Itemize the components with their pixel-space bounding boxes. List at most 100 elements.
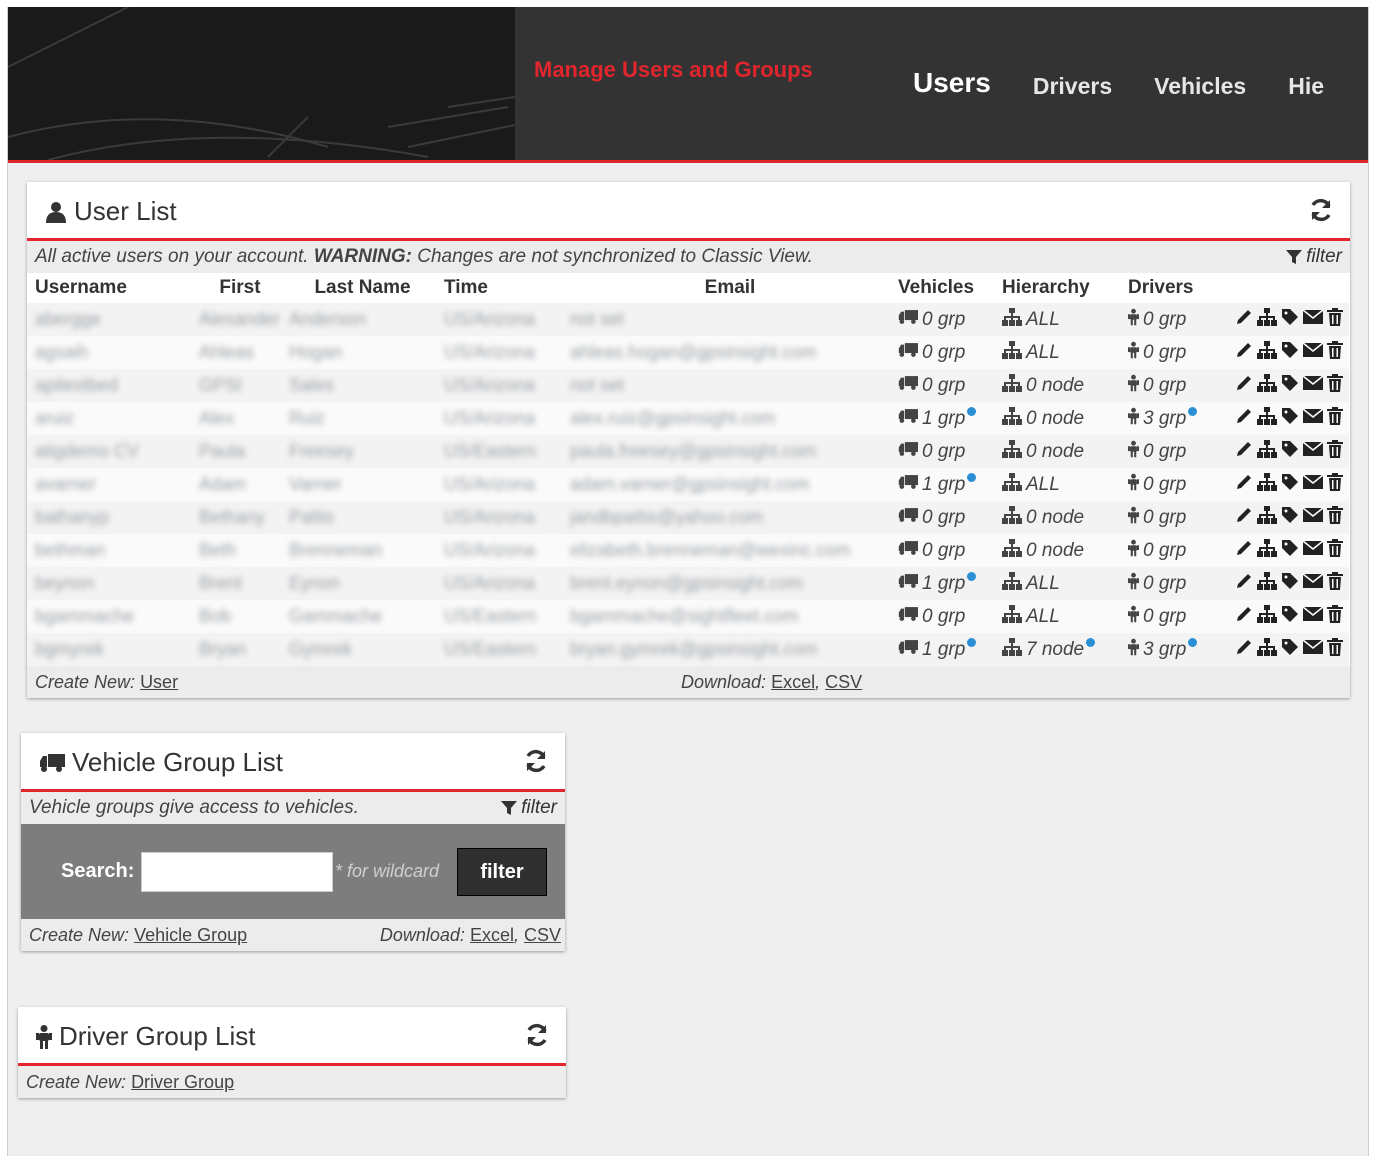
edit-pencil-icon[interactable] <box>1235 473 1253 497</box>
filter-button[interactable]: filter <box>457 848 547 896</box>
table-row[interactable]: agsaih Ahleas Hogan US/Arizona ahleas.hogan@… <box>27 336 1349 369</box>
trash-icon[interactable] <box>1327 472 1343 497</box>
table-row[interactable]: atigdemo CV Paula Freesey US/Eastern paula.f… <box>27 435 1349 468</box>
vehicles-count[interactable]: 0 grp <box>898 309 965 331</box>
drivers-count[interactable]: 0 grp <box>1128 308 1186 332</box>
drivers-count[interactable]: 0 grp <box>1128 539 1186 563</box>
trash-icon[interactable] <box>1327 307 1343 332</box>
hierarchy-count[interactable]: 7 node <box>1002 637 1096 662</box>
info-icon[interactable] <box>1188 638 1198 647</box>
hierarchy-sitemap-icon[interactable] <box>1257 604 1277 629</box>
hierarchy-count[interactable]: ALL <box>1002 472 1060 497</box>
info-icon[interactable] <box>1188 407 1198 416</box>
table-row[interactable]: beynon Brent Eynon US/Arizona brent.eynon@gp… <box>27 567 1349 600</box>
drivers-count[interactable]: 0 grp <box>1128 605 1186 629</box>
tag-icon[interactable] <box>1281 374 1299 398</box>
tab-drivers[interactable]: Drivers <box>1033 73 1112 160</box>
drivers-count[interactable]: 0 grp <box>1128 506 1186 530</box>
vehicles-count[interactable]: 1 grp <box>898 572 977 595</box>
tag-icon[interactable] <box>1281 308 1299 332</box>
vehicles-count[interactable]: 0 grp <box>898 342 965 364</box>
hierarchy-sitemap-icon[interactable] <box>1257 538 1277 563</box>
tag-icon[interactable] <box>1281 506 1299 530</box>
vehicle-group-search-input[interactable] <box>141 852 333 892</box>
col-first[interactable]: First <box>191 273 281 303</box>
trash-icon[interactable] <box>1327 604 1343 629</box>
download-excel-link[interactable]: Excel <box>771 672 815 692</box>
hierarchy-count[interactable]: 0 node <box>1002 505 1084 530</box>
tab-hierarchy[interactable]: Hie <box>1288 73 1324 160</box>
edit-pencil-icon[interactable] <box>1235 407 1253 431</box>
trash-icon[interactable] <box>1327 538 1343 563</box>
drivers-count[interactable]: 0 grp <box>1128 572 1186 596</box>
create-vehicle-group-link[interactable]: Vehicle Group <box>134 925 247 945</box>
vehicles-count[interactable]: 0 grp <box>898 375 965 397</box>
envelope-icon[interactable] <box>1302 539 1324 562</box>
tag-icon[interactable] <box>1281 638 1299 662</box>
vehicles-count[interactable]: 1 grp <box>898 638 977 661</box>
trash-icon[interactable] <box>1327 373 1343 398</box>
drivers-count[interactable]: 3 grp <box>1128 407 1198 431</box>
col-time[interactable]: Time <box>436 273 562 303</box>
col-username[interactable]: Username <box>27 273 191 303</box>
table-row[interactable]: avarner Adam Varner US/Arizona adam.varner@g… <box>27 468 1349 501</box>
hierarchy-sitemap-icon[interactable] <box>1257 439 1277 464</box>
table-row[interactable]: apitestbed GPSI Sales US/Arizona not set 0 gr… <box>27 369 1349 402</box>
drivers-count[interactable]: 0 grp <box>1128 374 1186 398</box>
edit-pencil-icon[interactable] <box>1235 506 1253 530</box>
table-row[interactable]: bgammache Bob Gammache US/Eastern bgammache@… <box>27 600 1349 633</box>
vehicles-count[interactable]: 1 grp <box>898 407 977 430</box>
table-row[interactable]: aruiz Alex Ruiz US/Arizona alex.ruiz@gpsinsi… <box>27 402 1349 435</box>
tag-icon[interactable] <box>1281 605 1299 629</box>
drivers-count[interactable]: 3 grp <box>1128 638 1198 662</box>
tag-icon[interactable] <box>1281 341 1299 365</box>
trash-icon[interactable] <box>1327 340 1343 365</box>
create-driver-group-link[interactable]: Driver Group <box>131 1072 234 1092</box>
tag-icon[interactable] <box>1281 539 1299 563</box>
hierarchy-sitemap-icon[interactable] <box>1257 307 1277 332</box>
edit-pencil-icon[interactable] <box>1235 308 1253 332</box>
info-icon[interactable] <box>967 407 977 416</box>
hierarchy-count[interactable]: 0 node <box>1002 406 1084 431</box>
edit-pencil-icon[interactable] <box>1235 341 1253 365</box>
hierarchy-sitemap-icon[interactable] <box>1257 472 1277 497</box>
info-icon[interactable] <box>967 638 977 647</box>
hierarchy-count[interactable]: ALL <box>1002 307 1060 332</box>
envelope-icon[interactable] <box>1302 572 1324 595</box>
refresh-icon[interactable] <box>1308 197 1334 228</box>
vehicles-count[interactable]: 0 grp <box>898 606 965 628</box>
info-icon[interactable] <box>967 572 977 581</box>
edit-pencil-icon[interactable] <box>1235 440 1253 464</box>
envelope-icon[interactable] <box>1302 407 1324 430</box>
col-email[interactable]: Email <box>562 273 890 303</box>
vehicles-count[interactable]: 0 grp <box>898 540 965 562</box>
download-excel-link[interactable]: Excel <box>470 925 514 945</box>
hierarchy-sitemap-icon[interactable] <box>1257 571 1277 596</box>
tab-users[interactable]: Users <box>913 67 991 160</box>
hierarchy-sitemap-icon[interactable] <box>1257 637 1277 662</box>
vehicles-count[interactable]: 0 grp <box>898 441 965 463</box>
download-csv-link[interactable]: CSV <box>825 672 862 692</box>
hierarchy-sitemap-icon[interactable] <box>1257 373 1277 398</box>
col-hierarchy[interactable]: Hierarchy <box>994 273 1120 303</box>
tag-icon[interactable] <box>1281 407 1299 431</box>
hierarchy-count[interactable]: ALL <box>1002 340 1060 365</box>
refresh-icon[interactable] <box>523 748 549 779</box>
trash-icon[interactable] <box>1327 406 1343 431</box>
tag-icon[interactable] <box>1281 473 1299 497</box>
tag-icon[interactable] <box>1281 572 1299 596</box>
table-row[interactable]: abergge Alexander Anderson US/Arizona not se… <box>27 303 1349 336</box>
hierarchy-sitemap-icon[interactable] <box>1257 406 1277 431</box>
download-csv-link[interactable]: CSV <box>524 925 561 945</box>
col-drivers[interactable]: Drivers <box>1120 273 1225 303</box>
vehicle-filter-toggle[interactable]: filter <box>501 792 557 824</box>
envelope-icon[interactable] <box>1302 473 1324 496</box>
tag-icon[interactable] <box>1281 440 1299 464</box>
drivers-count[interactable]: 0 grp <box>1128 440 1186 464</box>
envelope-icon[interactable] <box>1302 374 1324 397</box>
vehicles-count[interactable]: 0 grp <box>898 507 965 529</box>
vehicles-count[interactable]: 1 grp <box>898 473 977 496</box>
trash-icon[interactable] <box>1327 505 1343 530</box>
hierarchy-sitemap-icon[interactable] <box>1257 340 1277 365</box>
hierarchy-count[interactable]: 0 node <box>1002 439 1084 464</box>
